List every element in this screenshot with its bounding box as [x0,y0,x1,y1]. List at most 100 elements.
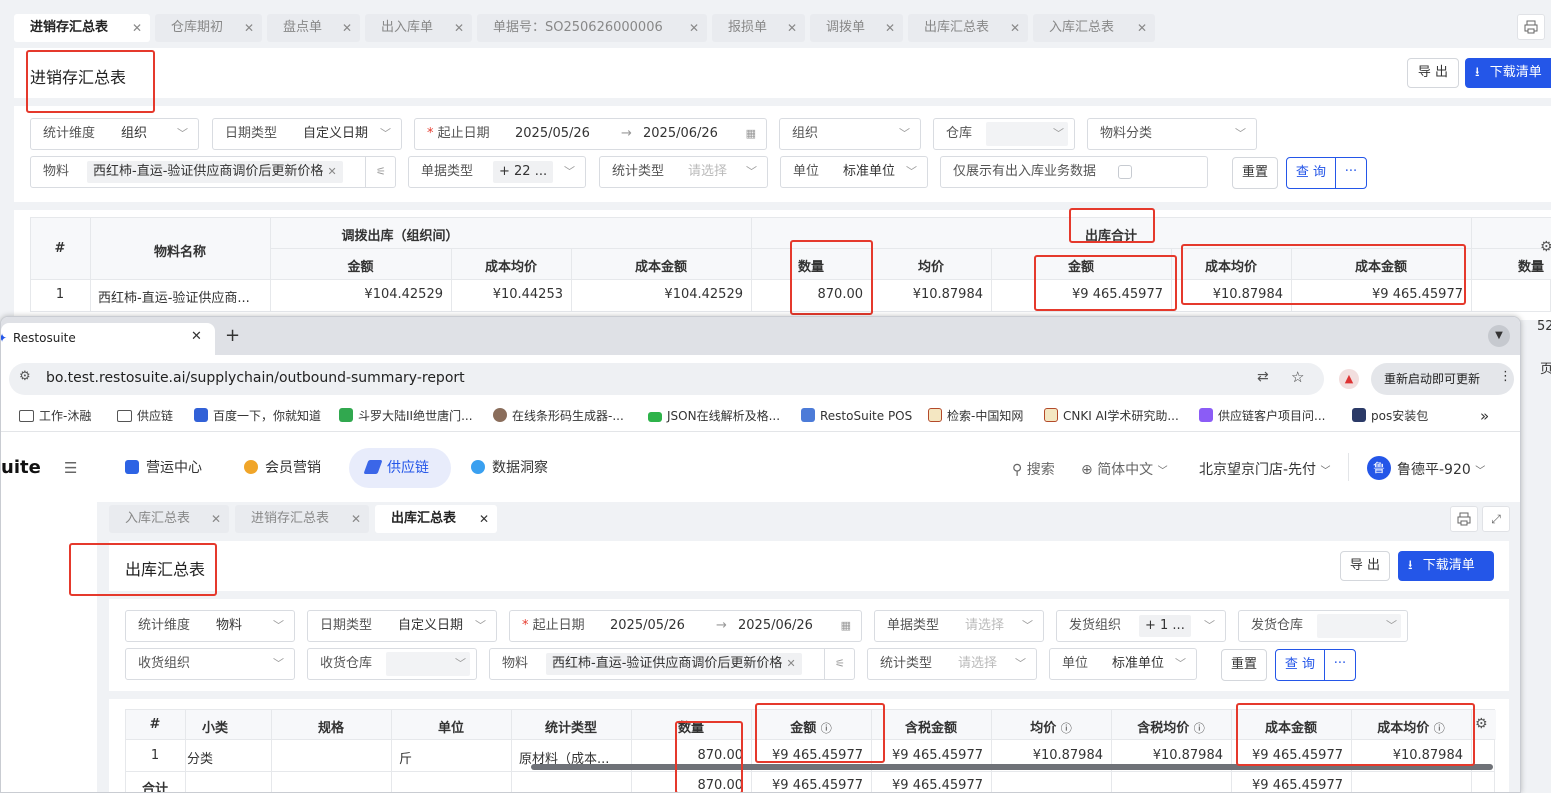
close-icon[interactable]: ✕ [1137,14,1147,42]
receive-warehouse-select[interactable]: 收货仓库 ﹀ [307,648,477,680]
only-show-business-toggle[interactable]: 仅展示有出入库业务数据 [940,156,1208,188]
more-bookmarks-icon[interactable]: » [1480,401,1489,431]
fullscreen-icon[interactable]: ⤢ [1482,506,1510,532]
tab-loss-report[interactable]: 报损单 ✕ [712,14,805,42]
download-list-button[interactable]: ⭳ 下载清单 [1465,58,1551,88]
close-icon[interactable]: ✕ [342,14,352,42]
browser-tab[interactable]: ✦ Restosuite ✕ [1,323,215,355]
close-icon[interactable]: ✕ [689,14,699,42]
tab-search-chevron-icon[interactable]: ▼ [1488,325,1510,347]
tab-warehouse-opening[interactable]: 仓库期初 ✕ [155,14,262,42]
tab-inventory-summary[interactable]: 进销存汇总表 ✕ [14,14,150,42]
settings-gear-icon[interactable]: ⚙ [1475,716,1488,732]
star-bookmark-icon[interactable]: ☆ [1291,368,1304,386]
tab-stocktake[interactable]: 盘点单 ✕ [267,14,360,42]
language-select[interactable]: ⊕ 简体中文 ﹀ [1081,459,1168,479]
close-icon[interactable]: ✕ [787,14,797,42]
start-date[interactable]: 2025/05/26 [610,611,685,641]
close-icon[interactable]: ✕ [132,14,142,42]
search-link[interactable]: ⚲ 搜索 [1012,459,1055,479]
material-select[interactable]: 物料 西红柿-直运-验证供应商调价后更新价格 ✕ ⚟ [489,648,855,680]
close-icon[interactable]: ✕ [454,14,464,42]
only-show-checkbox[interactable] [1118,165,1132,179]
address-bar[interactable]: ⚙ bo.test.restosuite.ai/supplychain/outb… [9,363,1324,395]
date-type-select[interactable]: 日期类型 自定义日期 ﹀ [307,610,497,642]
settings-gear-icon[interactable]: ⚙ [1540,239,1551,255]
help-circle-icon[interactable]: ⓘ [1434,722,1445,735]
extension-icon[interactable]: ▲ [1339,369,1359,389]
new-tab-button[interactable]: + [225,325,240,346]
material-category-select[interactable]: 物料分类 ﹀ [1087,118,1257,150]
user-menu[interactable]: 鲁德平-920 ﹀ [1397,459,1485,479]
query-button[interactable]: 查 询 [1275,649,1325,681]
stat-type-select[interactable]: 统计类型 请选择 ﹀ [867,648,1037,680]
bookmark-cnki[interactable]: 检索-中国知网 [928,401,1023,431]
unit-select[interactable]: 单位 标准单位 ﹀ [1049,648,1197,680]
org-select[interactable]: 组织 ﹀ [779,118,921,150]
more-button[interactable]: ··· [1335,157,1367,189]
horizontal-scrollbar[interactable] [531,764,1493,770]
bookmark-json[interactable]: JSON在线解析及格... [648,401,780,431]
doc-type-select[interactable]: 单据类型 请选择 ﹀ [874,610,1044,642]
tab-inbound-summary[interactable]: 入库汇总表 ✕ [1033,14,1155,42]
print-icon[interactable] [1517,14,1545,40]
nav-supply-chain[interactable]: 供应链 [349,448,451,488]
receive-org-select[interactable]: 收货组织 ﹀ [125,648,295,680]
start-date[interactable]: 2025/05/26 [515,119,590,149]
bookmark-barcode[interactable]: 在线条形码生成器-... [493,401,624,431]
bookmark-pos-package[interactable]: pos安装包 [1352,401,1428,431]
export-button[interactable]: 导 出 [1407,58,1459,88]
doc-type-select[interactable]: 单据类型 + 22 ... ﹀ [408,156,586,188]
tab-in-out-doc[interactable]: 出入库单 ✕ [365,14,472,42]
ship-org-select[interactable]: 发货组织 + 1 ... ﹀ [1056,610,1226,642]
close-tab-icon[interactable]: ✕ [191,329,202,344]
close-icon[interactable]: ✕ [244,14,254,42]
print-icon[interactable] [1450,506,1478,532]
close-icon[interactable]: ✕ [479,505,489,533]
site-settings-icon[interactable]: ⚙ [19,369,31,384]
close-icon[interactable]: ✕ [787,657,796,670]
bookmark-douluo[interactable]: 斗罗大陆II绝世唐门... [339,401,473,431]
reset-button[interactable]: 重置 [1232,157,1278,189]
tab-outbound-summary[interactable]: 出库汇总表 ✕ [908,14,1028,42]
close-icon[interactable]: ✕ [328,165,337,178]
close-icon[interactable]: ✕ [885,14,895,42]
kebab-menu-icon[interactable]: ⋮ [1499,369,1512,384]
bookmark-folder-supply[interactable]: 供应链 [117,401,173,431]
nav-member-marketing[interactable]: 会员营销 [244,448,321,488]
tab-doc-number[interactable]: 单据号：SO250626000006 ✕ [477,14,707,42]
bookmark-baidu[interactable]: 百度一下，你就知道 [194,401,321,431]
reset-button[interactable]: 重置 [1221,649,1267,681]
date-type-select[interactable]: 日期类型 自定义日期 ﹀ [212,118,402,150]
filter-settings-icon[interactable]: ⚟ [835,649,845,679]
stat-dimension-select[interactable]: 统计维度 组织 ﹀ [30,118,199,150]
export-button[interactable]: 导 出 [1340,551,1390,581]
store-select[interactable]: 北京望京门店-先付 ﹀ [1199,459,1331,479]
download-list-button[interactable]: ⭳ 下载清单 [1398,551,1494,581]
query-button[interactable]: 查 询 [1286,157,1336,189]
stat-type-select[interactable]: 统计类型 请选择 ﹀ [599,156,768,188]
avatar[interactable]: 鲁 [1367,456,1391,480]
tab-transfer[interactable]: 调拨单 ✕ [810,14,903,42]
more-button[interactable]: ··· [1324,649,1356,681]
url-text[interactable]: bo.test.restosuite.ai/supplychain/outbou… [46,370,465,386]
bookmark-restosuite-pos[interactable]: RestoSuite POS [801,401,912,431]
nav-data-insight[interactable]: 数据洞察 [471,448,548,488]
help-circle-icon[interactable]: ⓘ [821,722,832,735]
ship-warehouse-select[interactable]: 发货仓库 ﹀ [1238,610,1408,642]
translate-icon[interactable]: ⇄ [1257,369,1269,385]
end-date[interactable]: 2025/06/26 [738,611,813,641]
stat-dimension-select[interactable]: 统计维度 物料 ﹀ [125,610,295,642]
close-icon[interactable]: ✕ [351,505,361,533]
update-chip[interactable]: 重新启动即可更新 ⋮ [1371,363,1514,395]
help-circle-icon[interactable]: ⓘ [1061,722,1072,735]
unit-select[interactable]: 单位 标准单位 ﹀ [780,156,928,188]
close-icon[interactable]: ✕ [211,505,221,533]
bookmark-cnki-ai[interactable]: CNKI AI学术研究助... [1044,401,1179,431]
tab-inventory-summary[interactable]: 进销存汇总表 ✕ [235,505,369,533]
tab-inbound-summary[interactable]: 入库汇总表 ✕ [109,505,229,533]
end-date[interactable]: 2025/06/26 [643,119,718,149]
bookmark-supply-project[interactable]: 供应链客户项目问... [1199,401,1325,431]
date-range-picker[interactable]: * 起止日期 2025/05/26 → 2025/06/26 ▦ [509,610,862,642]
help-circle-icon[interactable]: ⓘ [1194,722,1205,735]
